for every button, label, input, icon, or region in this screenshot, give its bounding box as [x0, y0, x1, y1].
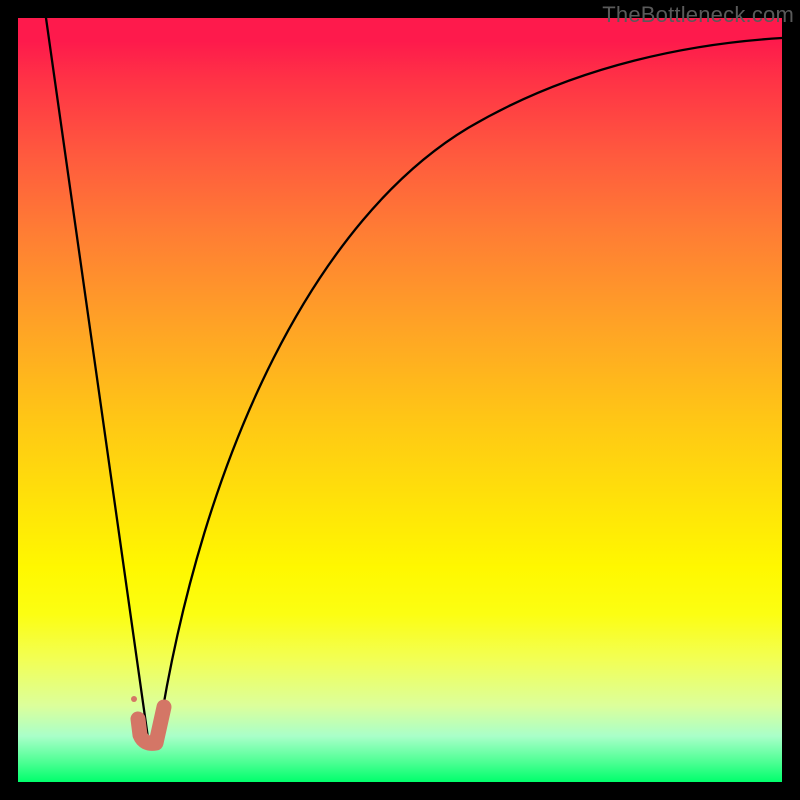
chart-frame: [18, 18, 782, 782]
highlight-glyph-icon: [122, 685, 182, 755]
bottleneck-curve-path: [46, 18, 782, 738]
bottleneck-line-chart: [18, 18, 782, 782]
